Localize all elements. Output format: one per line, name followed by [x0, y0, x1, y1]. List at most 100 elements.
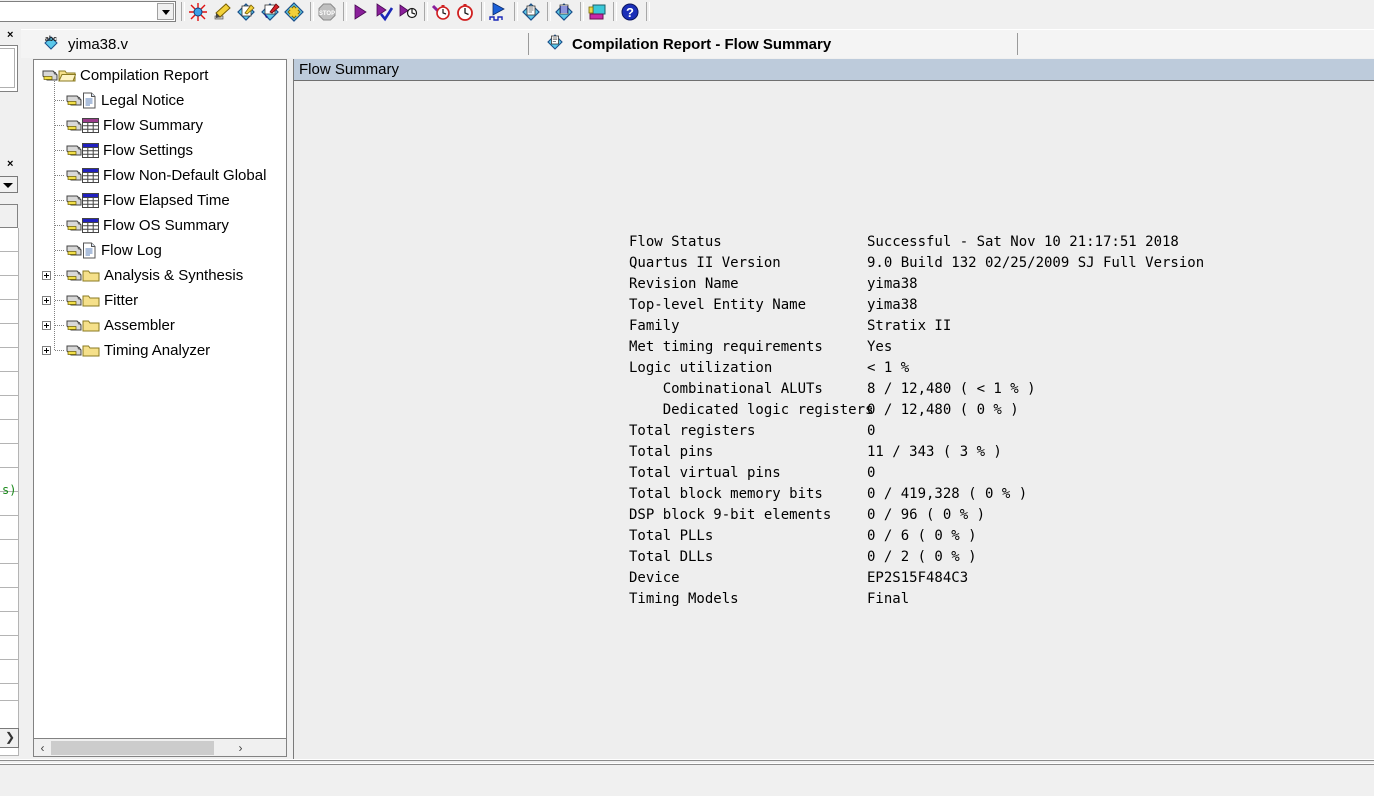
flow-summary-value: 0 / 96 ( 0 % )	[867, 506, 986, 523]
editor-line-row[interactable]	[0, 660, 19, 684]
compilation-report-tree[interactable]: Compilation Report Legal Notice Flow Summa…	[33, 59, 287, 739]
flow-summary-row: Total pins 11 / 343 ( 3 % )	[629, 441, 1204, 462]
editor-scroll-right-button[interactable]: ❯	[0, 728, 19, 748]
programmer-icon[interactable]	[521, 2, 541, 22]
rtl-viewer-icon[interactable]	[587, 2, 607, 22]
tree-item-label: Flow OS Summary	[103, 217, 229, 234]
tree-item-fitter[interactable]: Fitter	[64, 288, 138, 313]
printer-icon	[64, 318, 84, 334]
table-magenta-icon	[82, 118, 99, 133]
tree-item-flow-non-default-global[interactable]: Flow Non-Default Global	[64, 163, 266, 188]
flow-summary-value: yima38	[867, 296, 918, 313]
editor-line-row[interactable]	[0, 636, 19, 660]
svg-text:abc: abc	[45, 36, 57, 43]
revision-combo[interactable]	[0, 1, 176, 22]
editor-line-row[interactable]	[0, 228, 19, 252]
editor-line-row[interactable]	[0, 588, 19, 612]
report-section-header: Flow Summary	[294, 59, 1374, 81]
tree-item-label: Analysis & Synthesis	[104, 267, 244, 284]
tab-yima38-v[interactable]: abc yima38.v	[26, 30, 542, 58]
editor-line-row[interactable]	[0, 324, 19, 348]
flow-summary-key: Revision Name	[629, 275, 739, 292]
help-icon[interactable]: ?	[620, 2, 640, 22]
editor-line-row[interactable]	[0, 564, 19, 588]
flow-summary-key: Timing Models	[629, 590, 739, 607]
folder-icon	[82, 268, 100, 283]
tree-expand-button[interactable]	[42, 271, 51, 280]
chevron-down-icon	[3, 183, 13, 188]
compile-and-simulate-icon[interactable]	[374, 2, 394, 22]
flow-summary-value: Final	[867, 590, 910, 607]
tree-item-legal-notice[interactable]: Legal Notice	[64, 88, 184, 113]
tree-horizontal-scrollbar[interactable]: ‹ ›	[33, 739, 287, 757]
start-compilation-play-icon[interactable]	[350, 2, 370, 22]
classic-timing-analyzer-icon[interactable]	[455, 2, 475, 22]
editor-line-row[interactable]	[0, 372, 19, 396]
printer-icon	[40, 68, 60, 84]
timing-analyzer-icon[interactable]	[431, 2, 451, 22]
editor-line-row[interactable]	[0, 612, 19, 636]
tree-item-compilation-report[interactable]: Compilation Report	[40, 63, 208, 88]
tree-expand-button[interactable]	[42, 321, 51, 330]
tree-item-timing-analyzer[interactable]: Timing Analyzer	[64, 338, 210, 363]
flow-summary-value: 9.0 Build 132 02/25/2009 SJ Full Version	[867, 254, 1205, 271]
tree-item-flow-log[interactable]: Flow Log	[64, 238, 162, 263]
table-blue-icon	[82, 218, 99, 233]
scroll-left-arrow-icon[interactable]: ‹	[34, 740, 51, 756]
tree-expand-button[interactable]	[42, 346, 51, 355]
tree-expand-button[interactable]	[42, 296, 51, 305]
tree-item-flow-elapsed-time[interactable]: Flow Elapsed Time	[64, 188, 230, 213]
flow-summary-value: 0 / 12,480 ( 0 % )	[867, 401, 1019, 418]
editor-line-row[interactable]	[0, 300, 19, 324]
document-tab-bar: abc yima38.v Compilation Report - Flow S…	[21, 29, 1374, 58]
toolbar-separator	[514, 2, 518, 21]
panel-dropdown-button[interactable]	[0, 176, 18, 193]
printer-icon	[64, 93, 84, 109]
tab-compilation-report[interactable]: Compilation Report - Flow Summary	[534, 30, 1026, 58]
editor-line-row[interactable]	[0, 276, 19, 300]
editor-line-row[interactable]	[0, 396, 19, 420]
tree-item-label: Flow Non-Default Global	[103, 167, 267, 184]
editor-line-row[interactable]	[0, 420, 19, 444]
compile-design-icon[interactable]	[284, 2, 304, 22]
tree-item-label: Legal Notice	[101, 92, 185, 109]
tree-item-flow-summary[interactable]: Flow Summary	[64, 113, 203, 138]
tree-item-label: Flow Elapsed Time	[103, 192, 230, 209]
flow-summary-key: Device	[629, 569, 680, 586]
bottom-divider-1	[0, 760, 1374, 761]
start-simulation-icon[interactable]	[398, 2, 418, 22]
folder-icon	[82, 343, 100, 358]
analysis-synthesis-icon[interactable]	[236, 2, 256, 22]
tree-item-flow-settings[interactable]: Flow Settings	[64, 138, 193, 163]
tab-divider	[1017, 33, 1018, 55]
flow-summary-key: Total DLLs	[629, 548, 714, 565]
toolbar-separator	[181, 2, 185, 21]
flow-summary-row: Dedicated logic registers 0 / 12,480 ( 0 …	[629, 399, 1204, 420]
tree-item-assembler[interactable]: Assembler	[64, 313, 175, 338]
flow-summary-key: Total pins	[629, 443, 714, 460]
scroll-right-arrow-icon[interactable]: ›	[232, 740, 249, 756]
toolbar-separator	[343, 2, 347, 21]
close-icon-panel-1[interactable]: ×	[7, 29, 13, 41]
tree-item-flow-os-summary[interactable]: Flow OS Summary	[64, 213, 229, 238]
scrollbar-thumb[interactable]	[51, 740, 214, 755]
edit-pencil-icon[interactable]	[212, 2, 232, 22]
editor-line-row[interactable]	[0, 516, 19, 540]
chevron-down-icon[interactable]	[157, 3, 174, 20]
editor-line-row[interactable]	[0, 252, 19, 276]
stop-sign-icon[interactable]: STOP	[317, 2, 337, 22]
editor-line-row[interactable]	[0, 348, 19, 372]
flow-summary-row: Logic utilization < 1 %	[629, 357, 1204, 378]
analysis-elaboration-icon[interactable]	[260, 2, 280, 22]
editor-line-row[interactable]	[0, 540, 19, 564]
analyze-current-file-icon[interactable]	[188, 2, 208, 22]
tree-item-label: Flow Log	[101, 242, 162, 259]
tree-item-analysis-synthesis[interactable]: Analysis & Synthesis	[64, 263, 243, 288]
flow-summary-row: Met timing requirements Yes	[629, 336, 1204, 357]
flow-summary-table: Flow Status Successful - Sat Nov 10 21:17…	[629, 231, 1204, 609]
close-icon-panel-2[interactable]: ×	[7, 158, 13, 170]
editor-gutter-head	[0, 204, 18, 228]
editor-line-row[interactable]	[0, 444, 19, 468]
waveform-editor-icon[interactable]	[488, 2, 508, 22]
signaltap-icon[interactable]	[554, 2, 574, 22]
